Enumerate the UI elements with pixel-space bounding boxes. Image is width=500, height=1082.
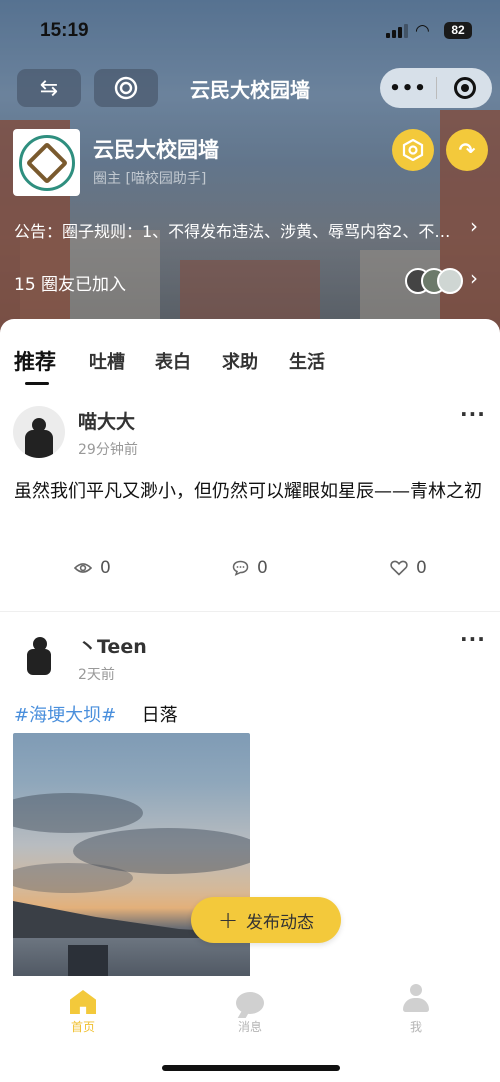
chevron-right-icon[interactable]: › [470,214,478,238]
plus-icon: + [217,906,239,934]
tab-complain[interactable]: 吐槽 [89,348,125,374]
tabbar-label: 消息 [237,1020,262,1034]
refresh-icon[interactable] [94,69,158,107]
announcement-text[interactable]: 公告：圈子规则：1、不得发布违法、涉黄、辱骂内容2、不得发布广告 [14,218,464,242]
category-tabs: 推荐 吐槽 表白 求助 生活 [0,319,500,389]
post-content: 虽然我们平凡又渺小，但仍然可以耀眼如星辰——青林之初 [14,481,482,502]
post-stats: 0 0 0 [0,558,500,582]
circle-logo [13,129,80,196]
profile-icon [402,984,430,1014]
more-options-button[interactable]: ••• [380,78,436,99]
views-stat: 0 [74,558,111,578]
post-more-icon[interactable]: ··· [460,402,486,426]
share-arrow-icon: ↷ [458,138,476,162]
tab-recommend[interactable]: 推荐 [14,346,56,376]
close-miniprogram-button[interactable] [437,77,492,99]
comment-icon [232,560,249,576]
post-content: #海埂大坝# 日落 [14,699,490,732]
share-button[interactable]: ↷ [446,129,488,171]
chevron-right-icon[interactable]: › [470,266,478,290]
tabbar-item-home[interactable]: 首页 [33,984,133,1035]
post-item[interactable]: 喵大大 29分钟前 ··· 虽然我们平凡又渺小，但仍然可以耀眼如星辰——青林之初… [0,402,500,609]
page-title: 云民大校园墙 [190,78,310,102]
target-icon [453,77,476,99]
tabbar-label: 我 [409,1020,422,1034]
likes-count: 0 [416,558,427,578]
home-indicator [162,1065,340,1071]
tab-confess[interactable]: 表白 [155,348,191,374]
comments-stat[interactable]: 0 [232,558,268,578]
avatar[interactable] [13,629,65,681]
heart-icon [390,560,408,576]
member-avatars[interactable] [405,268,469,294]
active-tab-indicator [25,382,49,385]
status-time: 15:19 [40,20,89,41]
home-icon [70,990,96,1014]
hashtag-link[interactable]: #海埂大坝# [14,705,116,726]
navigation-bar: ⇆ 云民大校园墙 ••• [0,65,500,111]
miniprogram-capsule: ••• [380,68,492,108]
post-author[interactable]: 喵大大 [78,407,135,434]
settings-button[interactable] [392,129,434,171]
member-count[interactable]: 15 圈友已加入 [14,270,126,295]
switch-arrows-icon[interactable]: ⇆ [17,69,81,107]
eye-icon [74,563,92,573]
post-time: 2天前 [78,667,115,683]
post-time: 29分钟前 [78,442,138,458]
tabbar-item-profile[interactable]: 我 [366,984,466,1035]
views-count: 0 [100,558,111,578]
post-more-icon[interactable]: ··· [460,627,486,651]
wifi-icon: ◠ [415,21,430,41]
tabbar-label: 首页 [70,1020,95,1034]
message-icon [236,992,264,1014]
post-divider [0,611,500,612]
feed-card: 推荐 吐槽 表白 求助 生活 喵大大 29分钟前 ··· 虽然我们平凡又渺小，但… [0,319,500,1082]
tabbar-item-messages[interactable]: 消息 [200,984,300,1035]
tab-help[interactable]: 求助 [222,348,258,374]
post-photo[interactable] [13,733,250,983]
circle-owner: 圈主 [喵校园助手] [93,171,207,187]
status-bar: 15:19 ◠ 82 [0,0,500,60]
circle-name: 云民大校园墙 [93,138,219,162]
post-author[interactable]: 丶Teen [78,632,147,659]
battery-icon: 82 [444,22,472,39]
tab-life[interactable]: 生活 [289,348,325,374]
member-avatar [437,268,463,294]
publish-post-label: 发布动态 [246,912,315,933]
post-text: 日落 [141,705,178,726]
likes-stat[interactable]: 0 [390,558,427,578]
publish-post-button[interactable]: + 发布动态 [191,897,341,943]
cellular-signal-icon [386,24,410,38]
comments-count: 0 [257,558,268,578]
hexagon-settings-icon [402,139,424,161]
avatar[interactable] [13,406,65,458]
